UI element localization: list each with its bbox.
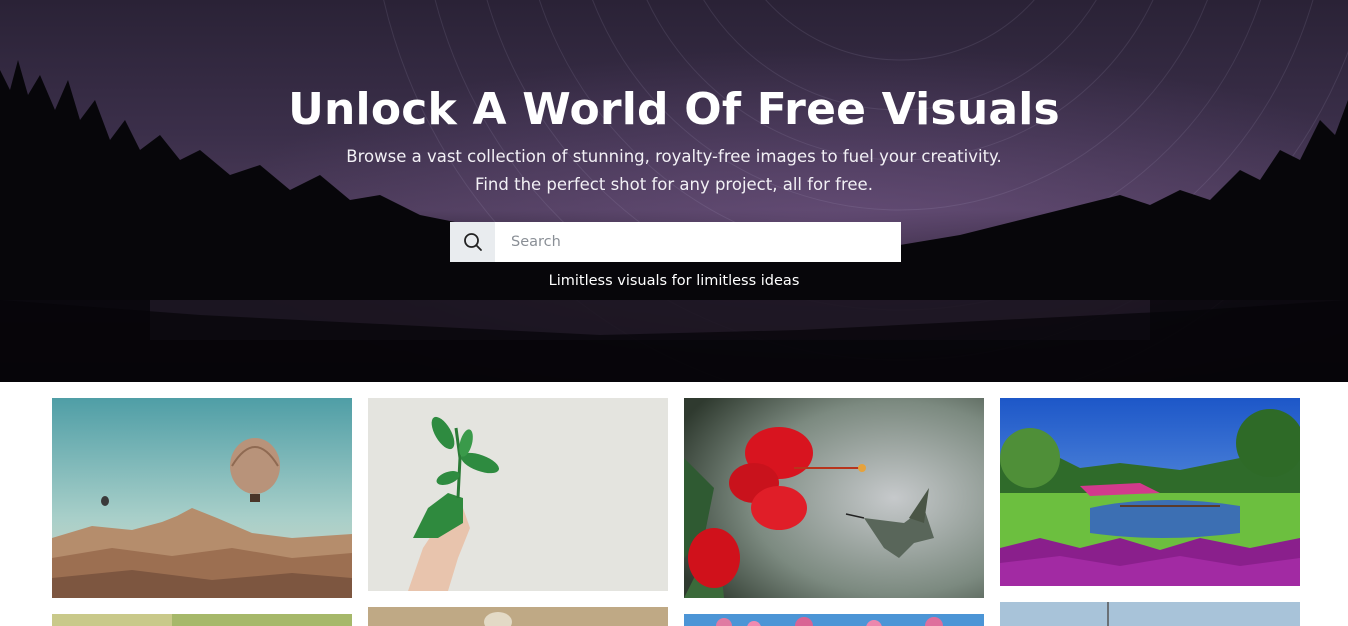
photo-card-hummingbird[interactable] bbox=[684, 398, 984, 598]
hero-subtitle-line2: Find the perfect shot for any project, a… bbox=[475, 175, 873, 194]
photo-image bbox=[52, 398, 352, 598]
photo-image bbox=[368, 398, 668, 591]
hero-tagline: Limitless visuals for limitless ideas bbox=[548, 273, 800, 289]
search-bar bbox=[450, 222, 901, 262]
hero-subtitle-line1: Browse a vast collection of stunning, ro… bbox=[346, 147, 1002, 166]
photo-card-plant[interactable] bbox=[368, 398, 668, 591]
photo-image bbox=[684, 398, 984, 598]
photo-image bbox=[52, 614, 352, 626]
photo-card-sky[interactable] bbox=[1000, 602, 1300, 626]
photo-image bbox=[1000, 602, 1300, 626]
photo-image bbox=[1000, 398, 1300, 586]
search-icon bbox=[463, 233, 482, 251]
hero-title: Unlock A World Of Free Visuals bbox=[288, 84, 1060, 135]
photo-card-blossoms[interactable] bbox=[684, 614, 984, 626]
hero-banner: Unlock A World Of Free Visuals Browse a … bbox=[0, 0, 1348, 382]
photo-card-sand[interactable] bbox=[368, 607, 668, 626]
photo-gallery bbox=[0, 382, 1348, 626]
search-icon-button[interactable] bbox=[450, 222, 495, 262]
photo-image bbox=[684, 614, 984, 626]
search-input[interactable] bbox=[495, 222, 901, 262]
photo-card-balloon[interactable] bbox=[52, 398, 352, 598]
photo-image bbox=[368, 607, 668, 626]
photo-card-garden[interactable] bbox=[1000, 398, 1300, 586]
photo-card-field[interactable] bbox=[52, 614, 352, 626]
